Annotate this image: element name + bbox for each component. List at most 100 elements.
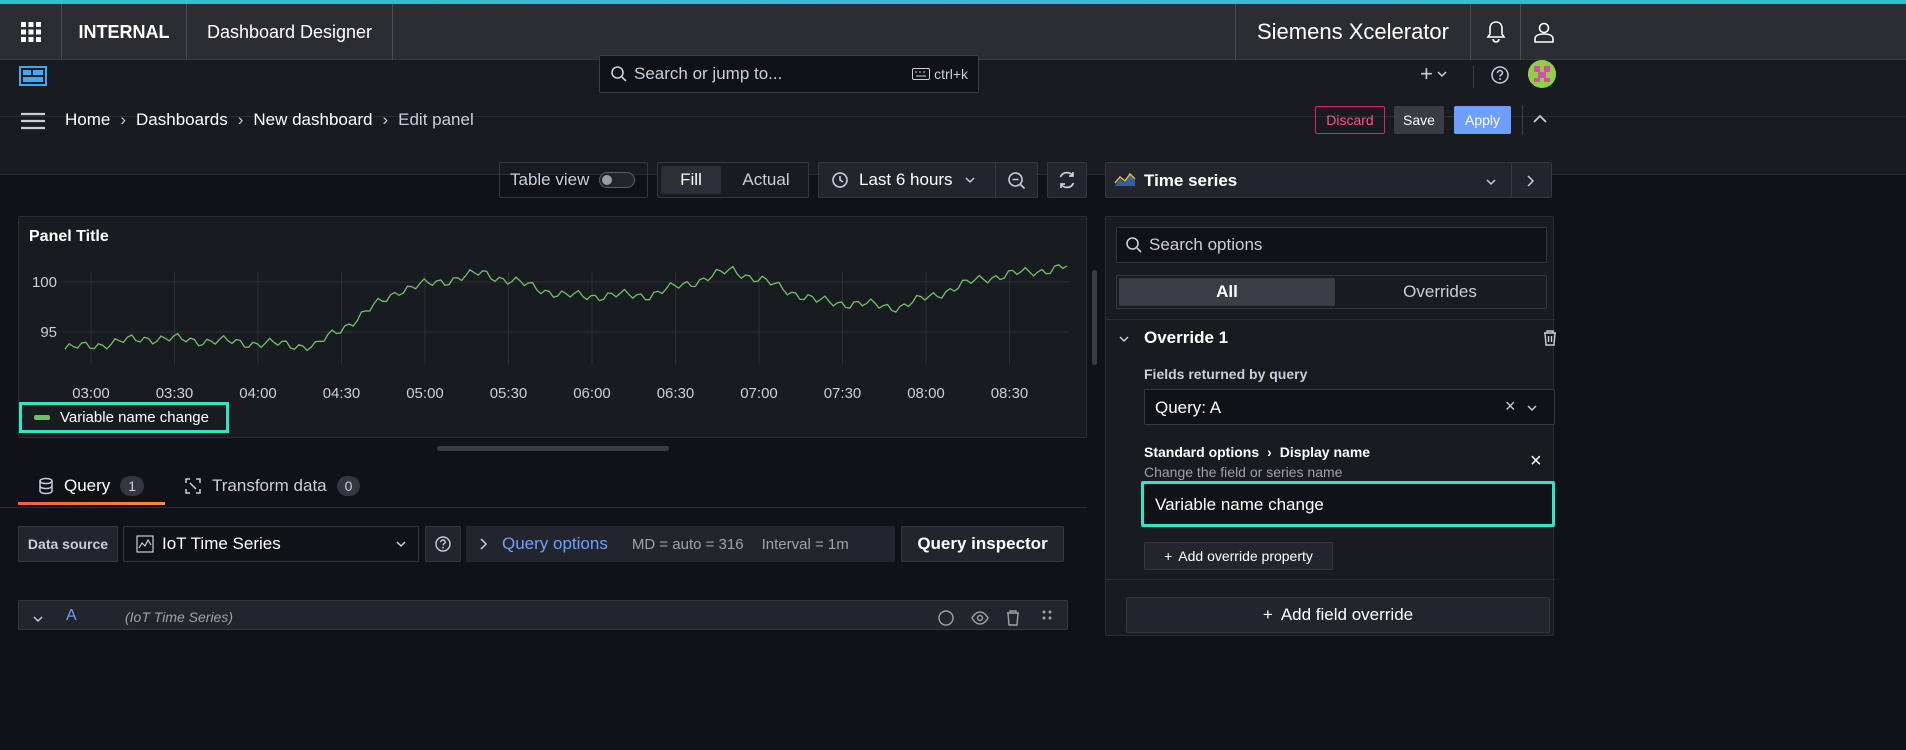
table-view-toggle[interactable]: Table view [499,162,648,198]
actual-option[interactable]: Actual [728,166,804,194]
tab-overrides[interactable]: Overrides [1337,278,1543,306]
data-source-label: Data source [18,526,118,562]
divider [0,507,1087,508]
breadcrumb-home[interactable]: Home [65,110,110,130]
trash-icon[interactable] [1005,609,1021,627]
save-button[interactable]: Save [1394,106,1444,134]
tab-query[interactable]: Query 1 [18,466,168,506]
remove-property-icon[interactable]: × [1530,450,1542,473]
chevron-down-icon [33,616,43,623]
breadcrumb-dashboards[interactable]: Dashboards [136,110,228,130]
clock-icon [832,172,848,188]
options-search-input[interactable]: Search options [1116,227,1547,263]
trash-icon[interactable] [1542,329,1558,347]
user-button[interactable] [1521,4,1566,60]
x-tick-label: 04:00 [239,385,277,402]
query-inspector-button[interactable]: Query inspector [901,526,1064,562]
chevron-right-icon[interactable] [1527,175,1535,187]
x-tick-label: 07:30 [824,385,862,402]
time-series-viz-icon [1114,172,1136,186]
x-tick-label: 03:30 [156,385,194,402]
time-range-button[interactable]: Last 6 hours [819,163,995,197]
refresh-button[interactable] [1047,162,1087,198]
drag-handle-icon[interactable] [1041,609,1053,627]
add-override-property-button[interactable]: + Add override property [1144,542,1333,570]
help-icon[interactable] [937,609,955,627]
add-override-property-label: Add override property [1178,548,1313,564]
menu-toggle[interactable] [20,112,46,130]
options-tabs: All Overrides [1116,275,1547,309]
zoom-out-icon [1008,172,1026,190]
display-name-input[interactable]: Variable name change [1141,481,1555,527]
breadcrumb: Home › Dashboards › New dashboard › Edit… [65,108,474,132]
brand-name: Siemens Xcelerator [1235,4,1471,60]
grafana-home-logo[interactable] [19,66,47,86]
legend[interactable]: Variable name change [19,402,229,433]
divider [1473,66,1474,88]
override-title[interactable]: Override 1 [1144,328,1228,348]
x-tick-label: 04:30 [323,385,361,402]
fields-label: Fields returned by query [1144,366,1308,382]
search-bar[interactable]: Search or jump to... ctrl+k [599,55,979,93]
tab-transform[interactable]: Transform data 0 [184,466,384,506]
apply-button[interactable]: Apply [1454,106,1511,134]
y-tick-label: 95 [40,324,57,341]
query-options-label: Query options [502,534,608,553]
discard-button[interactable]: Discard [1315,106,1385,134]
iot-chart-icon [136,535,154,553]
series-line[interactable] [64,264,1068,352]
data-source-help-button[interactable] [425,526,461,562]
data-source-picker[interactable]: IoT Time Series [123,526,419,562]
app-launcher[interactable] [0,4,62,60]
interval: Interval = 1m [761,535,849,553]
fields-select-value: Query: A [1155,398,1222,417]
fields-select[interactable]: Query: A × [1144,389,1555,425]
avatar[interactable] [1528,60,1556,88]
x-tick-label: 05:00 [406,385,444,402]
table-view-label: Table view [510,170,590,189]
panel-resize-handle[interactable] [437,446,669,451]
grid-icon [20,22,41,42]
transform-count-badge: 0 [336,476,361,496]
tab-transform-label: Transform data [212,476,327,495]
avatar-image [1528,60,1556,88]
help-button[interactable] [1490,65,1510,85]
shortcut-label: ctrl+k [934,66,968,82]
chevron-down-icon [965,177,975,184]
x-tick-label: 08:30 [991,385,1029,402]
panel: Panel Title 03:00 03:30 04:00 04:30 05:00 05:… [18,216,1087,438]
query-letter[interactable]: A [66,607,77,625]
help-icon [435,536,451,552]
clear-icon[interactable]: × [1505,396,1516,417]
notifications-button[interactable] [1471,4,1521,60]
switch[interactable] [599,172,636,188]
x-tick-label: 07:00 [740,385,778,402]
query-count-badge: 1 [120,476,145,496]
query-options-row[interactable]: Query options MD = auto = 316 Interval =… [466,526,895,562]
visualization-picker[interactable]: Time series [1105,162,1552,198]
tab-all[interactable]: All [1119,278,1335,306]
chevron-down-icon [1486,179,1496,186]
collapse-button[interactable] [1533,114,1547,124]
divider [1522,105,1523,135]
splitter-handle[interactable] [1092,270,1097,365]
time-range-label: Last 6 hours [859,170,953,189]
time-picker: Last 6 hours [818,162,1038,198]
chevron-down-icon[interactable] [1119,335,1129,343]
breadcrumb-new-dashboard[interactable]: New dashboard [253,110,372,130]
x-tick-label: 08:00 [907,385,945,402]
legend-label: Variable name change [60,409,209,426]
add-field-override-button[interactable]: + Add field override [1126,597,1550,633]
app-title[interactable]: Dashboard Designer [187,4,393,60]
add-menu[interactable]: + [1420,61,1460,86]
legend-color-swatch [34,415,50,420]
fill-option[interactable]: Fill [661,166,721,194]
keyboard-icon [912,68,931,80]
hamburger-icon [21,112,45,130]
zoom-out-button[interactable] [1007,171,1027,191]
database-icon [39,477,53,495]
add-field-override-label: Add field override [1280,605,1414,624]
org-label: INTERNAL [62,4,187,60]
query-row-a[interactable]: A (IoT Time Series) [18,600,1068,630]
eye-icon[interactable] [971,609,989,627]
